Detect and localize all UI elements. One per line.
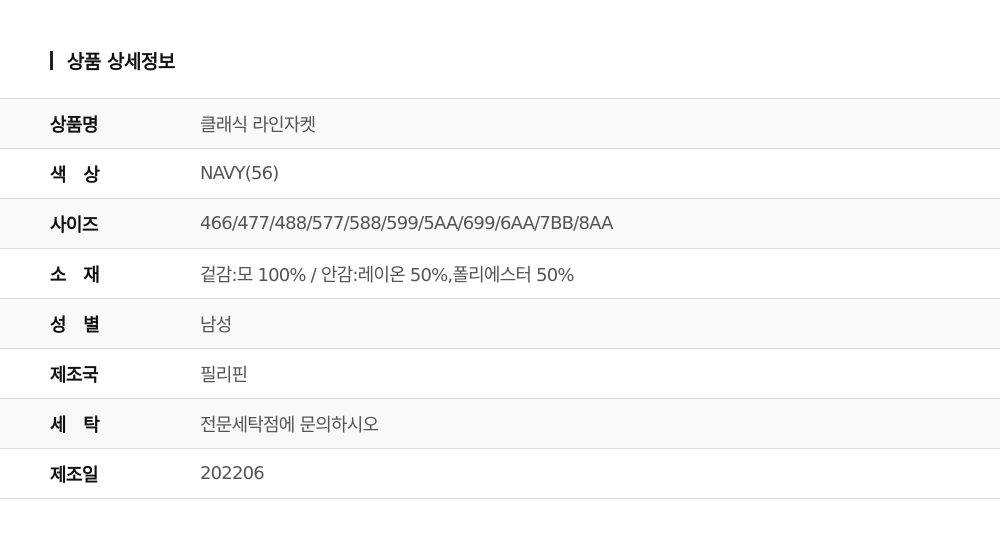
spec-value: 남성	[200, 314, 232, 336]
section-title: 상품 상세정보	[67, 50, 176, 73]
spec-row-manufacture-date: 제조일 202206	[0, 449, 1000, 499]
spec-label: 상품명	[50, 114, 99, 136]
spec-label: 성 별	[50, 314, 100, 336]
spec-row-origin: 제조국 필리핀	[0, 349, 1000, 399]
product-spec-table: 상품명 클래식 라인자켓 색 상 NAVY(56) 사이즈 466/477/48…	[0, 98, 1000, 499]
spec-value: 202206	[200, 463, 265, 484]
title-accent-bar	[50, 50, 53, 70]
spec-value: 클래식 라인자켓	[200, 114, 316, 136]
spec-row-washing: 세 탁 전문세탁점에 문의하시오	[0, 399, 1000, 449]
spec-row-product-name: 상품명 클래식 라인자켓	[0, 99, 1000, 149]
spec-value: 전문세탁점에 문의하시오	[200, 414, 379, 436]
spec-value: NAVY(56)	[200, 163, 279, 184]
spec-row-size: 사이즈 466/477/488/577/588/599/5AA/699/6AA/…	[0, 199, 1000, 249]
spec-label: 제조일	[50, 464, 99, 486]
spec-label: 색 상	[50, 164, 100, 186]
spec-row-color: 색 상 NAVY(56)	[0, 149, 1000, 199]
section-header: 상품 상세정보	[50, 49, 176, 73]
spec-value: 466/477/488/577/588/599/5AA/699/6AA/7BB/…	[200, 213, 613, 234]
spec-label: 사이즈	[50, 214, 99, 236]
spec-label: 제조국	[50, 364, 99, 386]
spec-value: 필리핀	[200, 364, 248, 386]
spec-label: 세 탁	[50, 414, 100, 436]
spec-row-gender: 성 별 남성	[0, 299, 1000, 349]
spec-value: 겉감:모 100% / 안감:레이온 50%,폴리에스터 50%	[200, 264, 574, 286]
spec-row-material: 소 재 겉감:모 100% / 안감:레이온 50%,폴리에스터 50%	[0, 249, 1000, 299]
spec-label: 소 재	[50, 264, 100, 286]
